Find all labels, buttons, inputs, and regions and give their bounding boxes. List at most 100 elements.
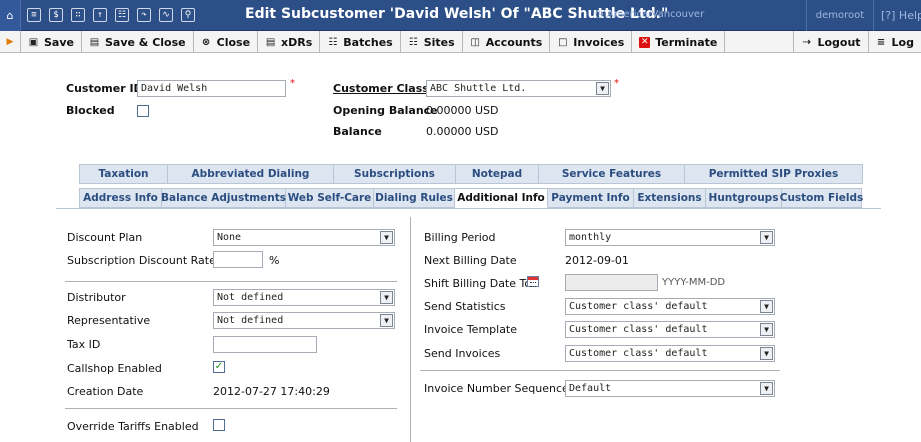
blocked-checkbox[interactable] <box>137 105 149 117</box>
taxid-input[interactable] <box>213 336 317 353</box>
tab-notepad[interactable]: Notepad <box>456 164 539 184</box>
toolbar-spacer <box>725 31 795 52</box>
logout-icon: ⇢ <box>802 36 812 48</box>
chevron-down-icon: ▼ <box>380 231 393 244</box>
tab-address-info[interactable]: Address Info <box>79 188 162 208</box>
tab-payment-info[interactable]: Payment Info <box>548 188 634 208</box>
invoice-template-label: Invoice Template <box>424 323 518 336</box>
sites-button[interactable]: ☷ Sites <box>401 31 463 53</box>
representative-select[interactable]: Not defined ▼ <box>213 312 395 329</box>
billing-period-value: monthly <box>569 232 612 243</box>
invoice-sequence-value: Default <box>569 383 612 394</box>
chevron-down-icon: ▼ <box>596 82 609 95</box>
creation-date-value: 2012-07-27 17:40:29 <box>213 385 330 398</box>
next-billing-label: Next Billing Date <box>424 254 517 267</box>
section-divider <box>65 281 397 282</box>
batches-button[interactable]: ☷ Batches <box>320 31 401 53</box>
xdrs-icon: ▤ <box>265 36 276 48</box>
tab-additional-info[interactable]: Additional Info <box>455 188 548 208</box>
shift-billing-label: Shift Billing Date To <box>424 277 532 290</box>
chevron-down-icon: ▼ <box>760 323 773 336</box>
home-icon[interactable]: ⌂ <box>0 0 21 31</box>
distributor-label: Distributor <box>67 291 126 304</box>
discount-plan-label: Discount Plan <box>67 231 143 244</box>
required-marker: * <box>614 78 619 89</box>
xdrs-button[interactable]: ▤ xDRs <box>258 31 321 53</box>
calendar-icon[interactable] <box>527 276 539 287</box>
tab-subscriptions[interactable]: Subscriptions <box>334 164 456 184</box>
tab-extensions[interactable]: Extensions <box>634 188 706 208</box>
date-format-hint: YYYY-MM-DD <box>662 277 726 288</box>
callshop-checkbox[interactable]: ✓ <box>213 361 225 373</box>
taxid-label: Tax ID <box>67 338 101 351</box>
shift-billing-input[interactable] <box>565 274 658 291</box>
log-icon: ≡ <box>876 36 886 48</box>
invoices-button[interactable]: □ Invoices <box>550 31 633 53</box>
tab-dialing-rules[interactable]: Dialing Rules <box>374 188 455 208</box>
subscription-discount-label: Subscription Discount Rate <box>67 254 216 267</box>
close-button[interactable]: ⊗ Close <box>194 31 259 53</box>
invoice-sequence-label: Invoice Number Sequence <box>424 382 569 395</box>
chevron-down-icon: ▼ <box>380 291 393 304</box>
routing-icon[interactable]: ↷ <box>137 8 151 22</box>
subscription-discount-input[interactable] <box>213 251 263 268</box>
list-icon[interactable]: ≡ <box>27 8 41 22</box>
save-button[interactable]: ▣ Save <box>21 31 82 53</box>
opening-balance-label: Opening Balance <box>333 104 438 117</box>
send-invoices-select[interactable]: Customer class' default ▼ <box>565 345 775 362</box>
save-close-button[interactable]: ▤ Save & Close <box>82 31 194 53</box>
toolbar: ▶ ▣ Save ▤ Save & Close ⊗ Close ▤ xDRs ☷ Batc… <box>0 31 921 53</box>
tab-abbreviated-dialing[interactable]: Abbreviated Dialing <box>168 164 334 184</box>
expand-arrow-icon[interactable]: ▶ <box>0 31 21 53</box>
tab-taxation[interactable]: Taxation <box>79 164 168 184</box>
customer-id-input[interactable]: David Welsh <box>137 80 286 97</box>
floppy-icon: ▣ <box>28 36 39 48</box>
tab-permitted-sip-proxies[interactable]: Permitted SIP Proxies <box>685 164 863 184</box>
send-invoices-label: Send Invoices <box>424 347 501 360</box>
tab-custom-fields[interactable]: Custom Fields <box>780 188 863 208</box>
section-divider <box>420 370 780 371</box>
distributor-select[interactable]: Not defined ▼ <box>213 289 395 306</box>
blocked-label: Blocked <box>66 104 115 117</box>
tab-web-self-care[interactable]: Web Self-Care <box>286 188 374 208</box>
opening-balance-value: 0.00000 USD <box>426 104 499 117</box>
send-invoices-value: Customer class' default <box>569 348 708 359</box>
terminate-button[interactable]: ✕ Terminate <box>632 31 726 53</box>
billing-period-select[interactable]: monthly ▼ <box>565 229 775 246</box>
distributor-value: Not defined <box>217 292 284 303</box>
database-icon[interactable]: ☷ <box>115 8 129 22</box>
discount-plan-select[interactable]: None ▼ <box>213 229 395 246</box>
customer-class-link[interactable]: Customer Class <box>333 82 429 95</box>
tab-huntgroups[interactable]: Huntgroups <box>706 188 782 208</box>
logout-button[interactable]: ⇢ Logout <box>794 31 869 53</box>
dollar-icon[interactable]: $ <box>49 8 63 22</box>
timezone-label[interactable]: ◷ America/Vancouver <box>595 9 704 20</box>
grid-icon[interactable]: ∷ <box>71 8 85 22</box>
log-button[interactable]: ≡ Log <box>869 31 921 53</box>
customer-class-value: ABC Shuttle Ltd. <box>430 83 527 94</box>
person-icon[interactable]: ↑ <box>93 8 107 22</box>
search-icon[interactable]: ⚲ <box>181 8 195 22</box>
chart-icon[interactable]: ∿ <box>159 8 173 22</box>
override-tariffs-checkbox[interactable] <box>213 419 225 431</box>
required-marker: * <box>290 78 295 89</box>
invoice-template-value: Customer class' default <box>569 324 708 335</box>
tab-service-features[interactable]: Service Features <box>539 164 685 184</box>
invoice-template-select[interactable]: Customer class' default ▼ <box>565 321 775 338</box>
help-link[interactable]: [?] Help <box>881 9 921 22</box>
chevron-down-icon: ▼ <box>760 231 773 244</box>
tab-balance-adjustments[interactable]: Balance Adjustments <box>161 188 286 208</box>
invoice-sequence-select[interactable]: Default ▼ <box>565 380 775 397</box>
send-statistics-select[interactable]: Customer class' default ▼ <box>565 298 775 315</box>
customer-class-select[interactable]: ABC Shuttle Ltd. ▼ <box>426 80 611 97</box>
user-name[interactable]: demoroot <box>806 0 874 31</box>
invoice-icon: □ <box>558 36 568 48</box>
accounts-button[interactable]: ◫ Accounts <box>463 31 551 53</box>
batches-icon: ☷ <box>328 36 338 48</box>
title-bar: ⌂ ≡ $ ∷ ↑ ☷ ↷ ∿ ⚲ Edit Subcustomer 'Davi… <box>0 0 921 31</box>
tab-row-2: Address Info Balance Adjustments Web Sel… <box>79 188 863 208</box>
column-divider <box>410 217 411 442</box>
chevron-down-icon: ▼ <box>760 347 773 360</box>
close-icon: ⊗ <box>201 36 211 48</box>
billing-period-label: Billing Period <box>424 231 496 244</box>
